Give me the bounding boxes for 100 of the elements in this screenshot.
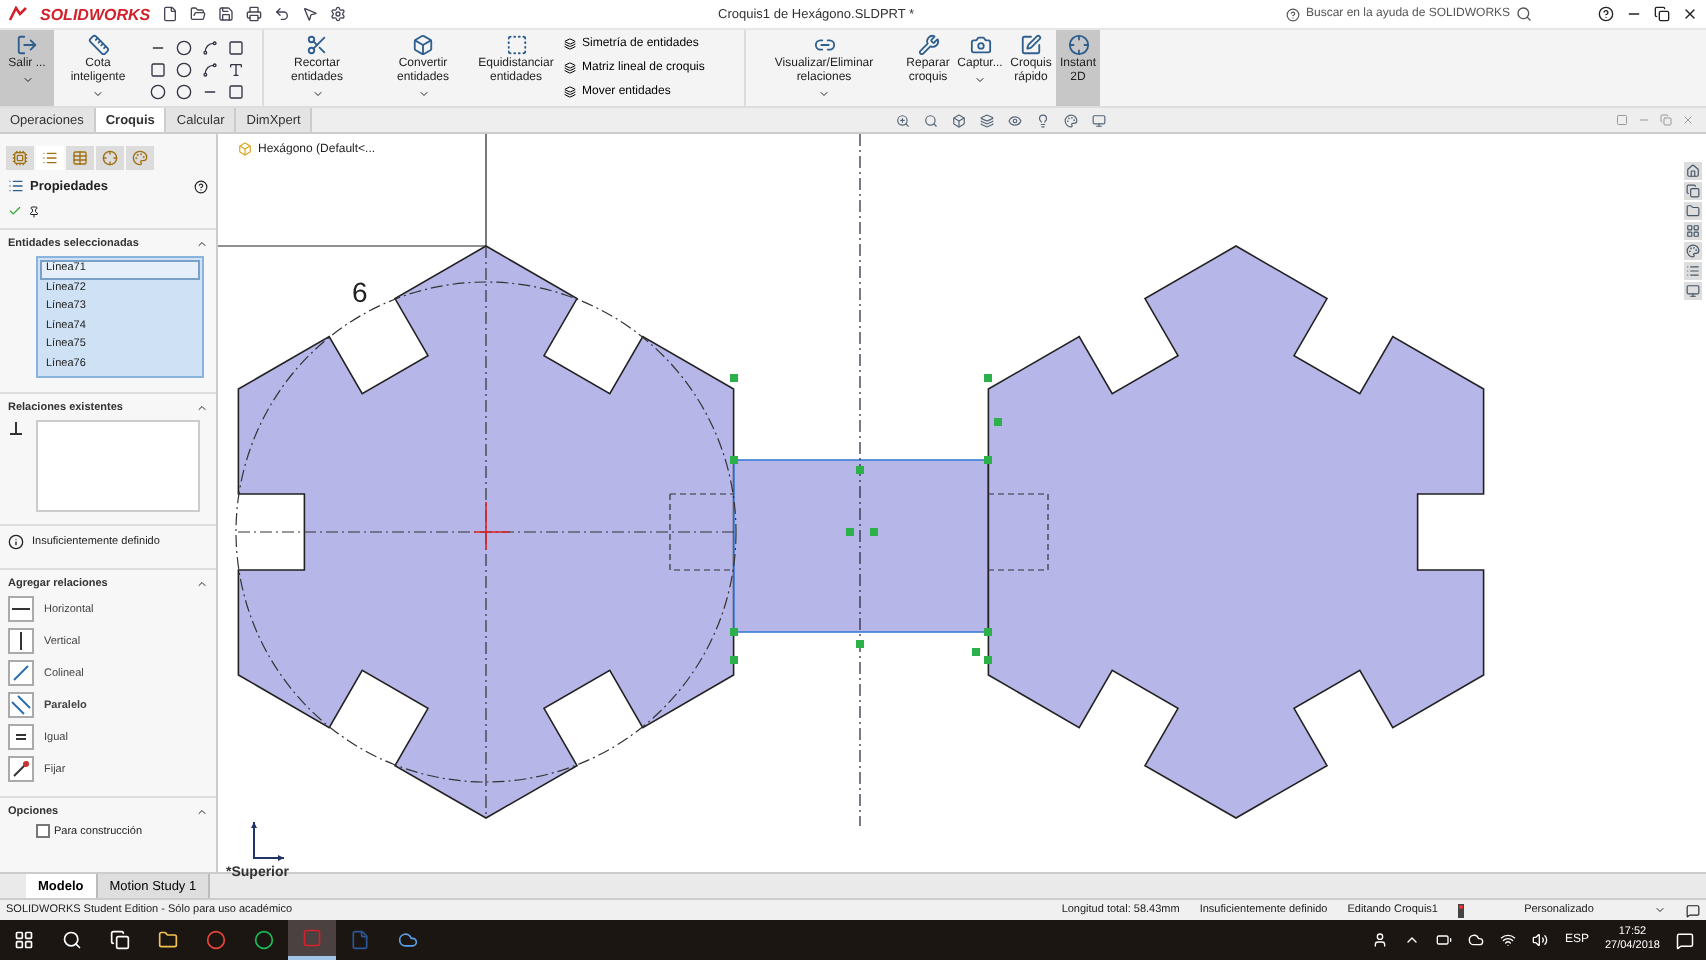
taskbar-app[interactable] <box>288 920 336 960</box>
open-folder-icon[interactable] <box>190 6 207 22</box>
layers-icon[interactable] <box>980 113 994 127</box>
monitor-icon[interactable] <box>1092 113 1106 127</box>
vertical-relation-icon <box>8 628 34 654</box>
camera-icon <box>969 34 991 56</box>
library-tab[interactable] <box>1684 182 1702 200</box>
caret-icon[interactable] <box>21 73 33 86</box>
people-icon[interactable] <box>1372 932 1389 948</box>
help-icon[interactable] <box>194 179 208 193</box>
appearance-tab[interactable] <box>126 146 154 170</box>
traffic-light-icon <box>1458 903 1464 917</box>
caret-icon[interactable] <box>311 87 323 100</box>
notification-icon[interactable] <box>1676 931 1694 949</box>
pen-square-icon <box>1020 34 1042 56</box>
constraint-marker <box>984 656 992 664</box>
sketch-tool-icon[interactable] <box>202 39 218 55</box>
battery-icon[interactable] <box>1436 932 1453 948</box>
home-tab[interactable] <box>1684 162 1702 180</box>
undo-icon[interactable] <box>274 6 291 22</box>
palette-icon[interactable] <box>1064 113 1078 127</box>
task-view-icon[interactable] <box>110 930 130 950</box>
layers-icon <box>564 38 576 50</box>
collapse-icon[interactable] <box>196 578 208 590</box>
caret-icon[interactable] <box>1654 904 1666 916</box>
property-tab[interactable] <box>36 146 64 170</box>
grid-tab[interactable] <box>1684 222 1702 240</box>
constraint-marker <box>870 528 878 536</box>
start-icon[interactable] <box>14 930 34 950</box>
appearance-tab[interactable] <box>1684 242 1702 260</box>
table-icon <box>72 150 88 166</box>
collapse-icon[interactable] <box>196 238 208 250</box>
wrench-icon <box>917 34 939 56</box>
constraint-marker <box>730 628 738 636</box>
help-icon[interactable] <box>1286 7 1300 21</box>
sketch-tool-icon[interactable] <box>228 39 244 55</box>
sketch-tool-icon[interactable] <box>202 61 218 77</box>
cube-icon <box>412 34 434 56</box>
feature-tab[interactable] <box>6 146 34 170</box>
fix-relation-icon <box>8 756 34 782</box>
ruler-icon <box>87 34 109 56</box>
crosshair-icon <box>102 150 118 166</box>
circle-icon <box>254 930 274 950</box>
caret-icon[interactable] <box>974 73 986 86</box>
dimension-value[interactable]: 6 <box>352 276 368 308</box>
layers-icon <box>564 86 576 98</box>
caret-icon[interactable] <box>417 87 429 100</box>
select-icon[interactable] <box>302 6 319 22</box>
target-tab[interactable] <box>96 146 124 170</box>
list-tab[interactable] <box>1684 262 1702 280</box>
wifi-icon[interactable] <box>1500 932 1517 948</box>
constraint-marker <box>984 456 992 464</box>
crosshair-icon <box>1067 34 1089 56</box>
layers-icon <box>564 62 576 74</box>
folder-icon <box>158 930 178 950</box>
constraint-marker <box>856 466 864 474</box>
horizontal-relation-icon <box>8 596 34 622</box>
cube-icon[interactable] <box>952 113 966 127</box>
monitor-tab[interactable] <box>1684 282 1702 300</box>
caret-icon[interactable] <box>92 87 104 100</box>
eye-icon[interactable] <box>1008 113 1022 127</box>
save-icon[interactable] <box>218 6 235 22</box>
list-icon <box>8 178 24 194</box>
collinear-relation-icon <box>8 660 34 686</box>
cloud-icon[interactable] <box>1468 932 1485 948</box>
bulb-icon[interactable] <box>1036 113 1050 127</box>
message-icon[interactable] <box>1686 903 1700 917</box>
equal-relation-icon <box>8 724 34 750</box>
chip-icon <box>12 150 28 166</box>
document-icon <box>350 930 370 950</box>
close-icon[interactable] <box>1682 6 1698 22</box>
circle-icon <box>206 930 226 950</box>
volume-icon[interactable] <box>1532 932 1549 948</box>
config-tab[interactable] <box>66 146 94 170</box>
collapse-icon[interactable] <box>196 402 208 414</box>
help-icon[interactable] <box>1598 6 1614 22</box>
constraint-marker <box>730 374 738 382</box>
parallel-relation-icon <box>8 692 34 718</box>
print-icon[interactable] <box>246 6 263 22</box>
constraint-marker <box>984 628 992 636</box>
search-icon[interactable] <box>1516 6 1533 22</box>
settings-icon[interactable] <box>330 6 347 22</box>
zoom-icon[interactable] <box>896 113 910 127</box>
axis-triad-icon <box>250 818 286 862</box>
cloud-icon <box>398 930 418 950</box>
relation-icon <box>8 420 24 436</box>
constraint-marker <box>994 418 1002 426</box>
caret-icon[interactable] <box>818 87 830 100</box>
part-icon <box>238 142 252 156</box>
folder-tab[interactable] <box>1684 202 1702 220</box>
pin-icon[interactable] <box>28 205 40 217</box>
tray-caret-icon[interactable] <box>1404 932 1421 948</box>
link-icon <box>813 34 835 56</box>
collapse-icon[interactable] <box>196 806 208 818</box>
ok-icon[interactable] <box>8 204 22 218</box>
scissors-icon <box>306 34 328 56</box>
sketch-tool-icon[interactable] <box>228 61 244 77</box>
new-file-icon[interactable] <box>162 6 179 22</box>
app-logo: SOLIDWORKS <box>40 5 151 23</box>
restore-icon[interactable] <box>1654 6 1670 22</box>
